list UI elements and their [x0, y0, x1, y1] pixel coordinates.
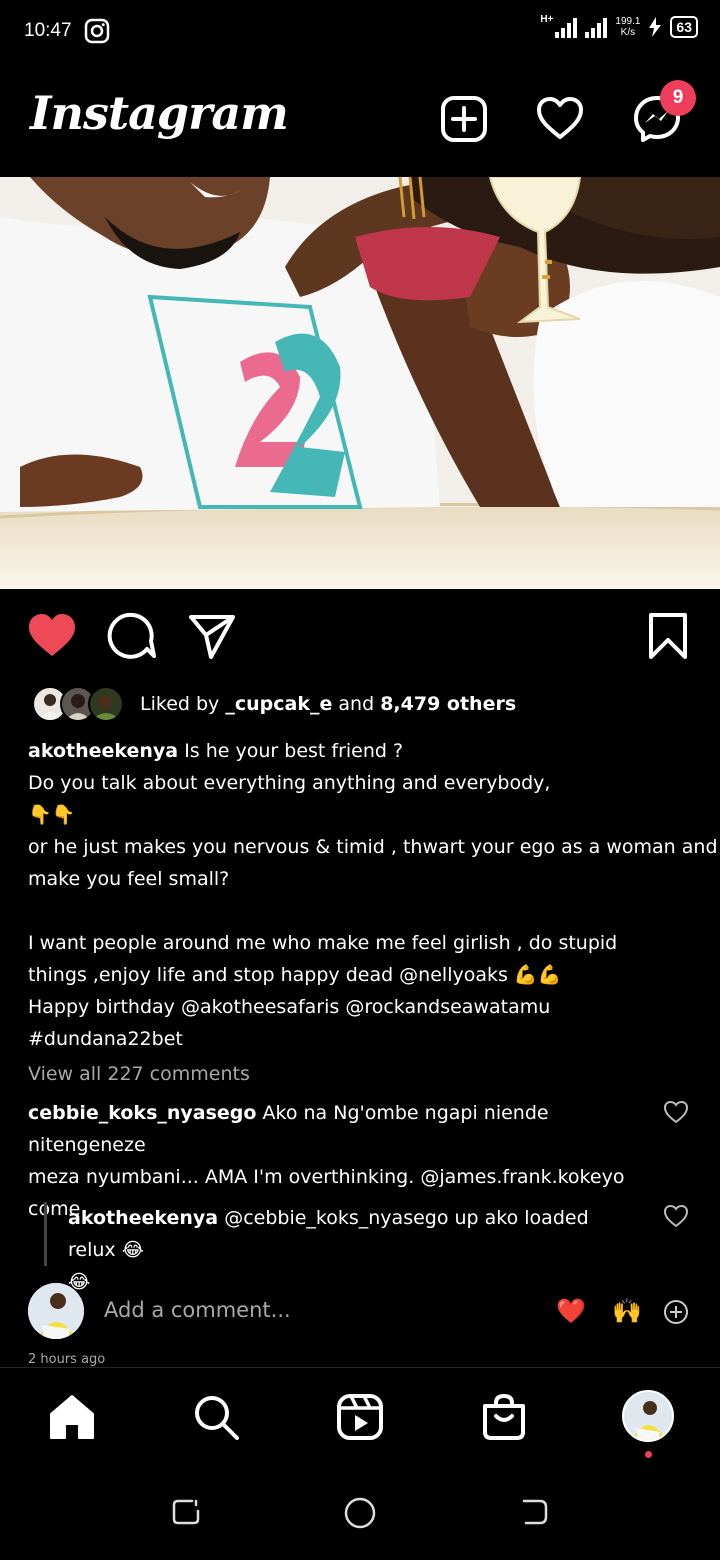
new-post-icon[interactable] [439, 94, 489, 144]
liked-by-prefix: Liked by [140, 693, 220, 715]
comment-icon[interactable] [107, 611, 157, 661]
comment-like-heart-icon[interactable] [663, 1099, 689, 1125]
likes-summary[interactable]: Liked by _cupcak_e and 8,479 others [28, 684, 516, 724]
my-avatar [28, 1283, 84, 1339]
liked-by-and: and [338, 693, 375, 715]
charging-icon [649, 17, 662, 37]
quick-emoji-raised-hands[interactable]: 🙌 [612, 1297, 642, 1325]
post-image[interactable] [0, 177, 720, 589]
home-icon[interactable] [47, 1392, 97, 1442]
system-navigation-bar [0, 1472, 720, 1560]
caption-line: Is he your best friend ? [184, 740, 404, 762]
app-header: Instagram 9 [0, 64, 720, 176]
view-all-comments-link[interactable]: View all 227 comments [28, 1063, 250, 1085]
share-send-icon[interactable] [187, 611, 237, 661]
home-button-icon[interactable] [343, 1496, 377, 1530]
instagram-logo[interactable]: Instagram [30, 86, 289, 140]
status-bar: 10:47 H+ 199.1 K/s 63 [0, 0, 720, 64]
caption-line: I want people around me who make me feel… [28, 932, 618, 954]
caption-line: or he just makes you nervous & timid , t… [28, 836, 718, 858]
net-speed: 199.1 K/s [615, 16, 641, 38]
comment-username[interactable]: cebbie_koks_nyasego [28, 1102, 256, 1124]
reply-thread-line [44, 1202, 47, 1266]
shop-icon[interactable] [479, 1392, 529, 1442]
messages-badge: 9 [660, 80, 696, 116]
caption-username[interactable]: akotheekenya [28, 740, 178, 762]
signal-icon [555, 16, 578, 38]
add-emoji-plus-icon[interactable] [663, 1299, 689, 1325]
profile-notification-dot [645, 1451, 652, 1458]
network-type: H+ [540, 13, 554, 25]
liked-by-user[interactable]: _cupcak_e [225, 693, 332, 715]
post-caption: akotheekenya Is he your best friend ? Do… [28, 735, 718, 1055]
caption-line: Happy birthday @akotheesafaris @rockands… [28, 996, 551, 1018]
profile-avatar-tab[interactable] [622, 1390, 674, 1442]
bottom-nav [0, 1367, 720, 1472]
caption-line: make you feel small? [28, 868, 230, 890]
caption-line: 👇👇 [28, 804, 76, 826]
caption-line: Do you talk about everything anything an… [28, 772, 551, 794]
post-actions [0, 605, 720, 665]
reels-icon[interactable] [335, 1392, 385, 1442]
post-timestamp: 2 hours ago [28, 1352, 106, 1367]
add-comment-row: Add a comment... ❤️ 🙌 [0, 1283, 720, 1343]
activity-heart-icon[interactable] [535, 94, 585, 144]
back-icon[interactable] [518, 1496, 550, 1528]
like-heart-filled-icon[interactable] [27, 611, 77, 661]
instagram-notification-icon [84, 18, 110, 44]
recent-apps-icon[interactable] [170, 1496, 202, 1528]
save-bookmark-icon[interactable] [643, 611, 693, 661]
liker-avatars [28, 684, 128, 724]
search-icon[interactable] [191, 1392, 241, 1442]
caption-line: #dundana22bet [28, 1028, 183, 1050]
comment-text: meza nyumbani... AMA I'm overthinking. @… [28, 1166, 625, 1188]
reply-like-heart-icon[interactable] [663, 1203, 689, 1229]
signal-2-icon [585, 16, 608, 38]
battery-icon: 63 [670, 16, 698, 38]
add-comment-input[interactable]: Add a comment... [104, 1298, 291, 1322]
quick-emoji-heart[interactable]: ❤️ [556, 1297, 586, 1325]
caption-line: things ,enjoy life and stop happy dead @… [28, 964, 562, 986]
liked-by-others[interactable]: 8,479 others [380, 693, 516, 715]
status-time: 10:47 [24, 20, 72, 41]
avatar [88, 686, 124, 722]
comment-username[interactable]: akotheekenya [68, 1207, 218, 1229]
